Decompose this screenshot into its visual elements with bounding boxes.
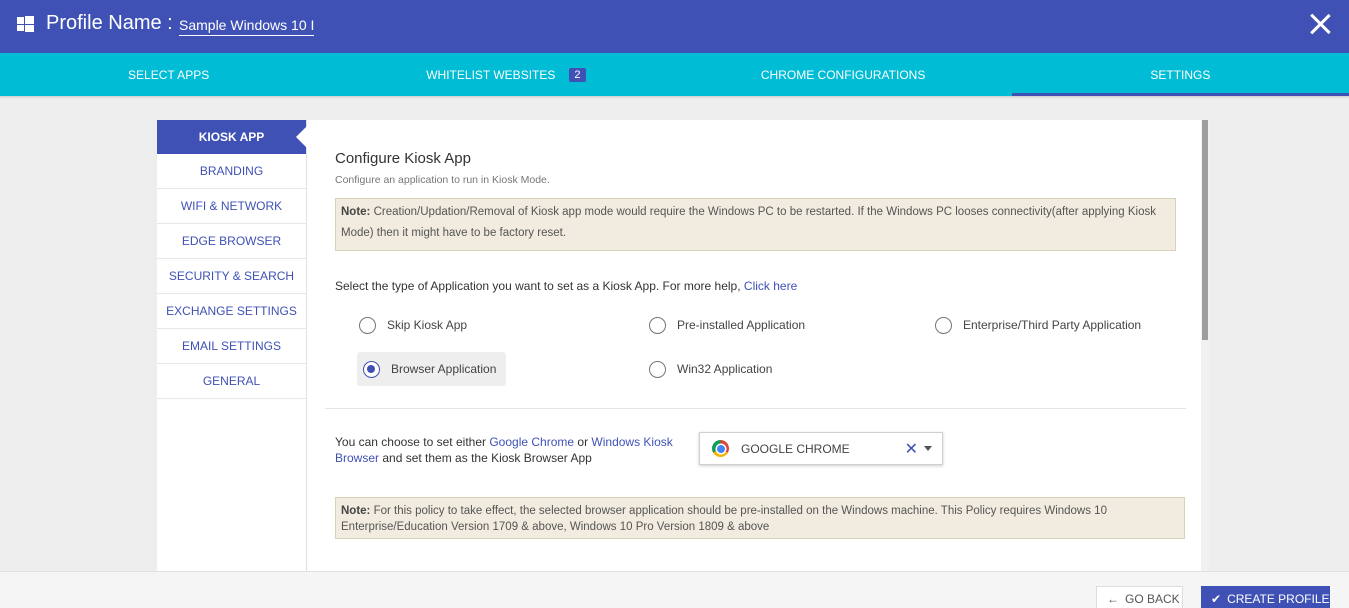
browser-choice-text: You can choose to set either Google Chro… [335, 434, 675, 466]
browser-policy-note: Note: For this policy to take effect, th… [335, 497, 1185, 539]
sidebar-item-branding[interactable]: BRANDING [157, 154, 306, 189]
radio-label: Pre-installed Application [677, 318, 806, 332]
text: and set them as the Kiosk Browser App [379, 451, 592, 465]
button-label: GO BACK [1125, 591, 1180, 606]
note-label: Note: [341, 206, 371, 218]
check-icon: ✔ [1211, 591, 1222, 606]
radio-preinstalled-application[interactable]: Pre-installed Application [643, 308, 815, 342]
profile-name-label: Profile Name : [46, 12, 173, 34]
radio-label: Skip Kiosk App [387, 318, 468, 332]
click-here-link[interactable]: Click here [744, 279, 797, 293]
browser-selected-value: GOOGLE CHROME [741, 441, 850, 456]
radio-label: Win32 Application [677, 362, 773, 376]
radio-circle [649, 360, 666, 378]
sidebar-item-exchange-settings[interactable]: EXCHANGE SETTINGS [157, 294, 306, 329]
section-subtitle: Configure an application to run in Kiosk… [335, 174, 550, 186]
text: or [574, 435, 592, 449]
tab-label: CHROME CONFIGURATIONS [760, 67, 926, 82]
profile-name-input[interactable] [179, 14, 314, 36]
section-title: Configure Kiosk App [335, 150, 471, 167]
windows-logo-icon [17, 16, 34, 32]
footer-bar: ← GO BACK ✔ CREATE PROFILE [0, 571, 1349, 608]
radio-circle [359, 316, 376, 334]
header-bar: Profile Name : [0, 0, 1349, 53]
go-back-button[interactable]: ← GO BACK [1096, 586, 1183, 608]
close-icon[interactable] [1309, 13, 1331, 35]
divider [325, 408, 1186, 409]
google-chrome-link[interactable]: Google Chrome [489, 435, 574, 449]
sidebar-item-email-settings[interactable]: EMAIL SETTINGS [157, 329, 306, 364]
create-profile-button[interactable]: ✔ CREATE PROFILE [1201, 586, 1330, 608]
chrome-icon [712, 440, 729, 457]
content-scrollbar[interactable] [1201, 120, 1209, 571]
note-label: Note: [341, 505, 371, 517]
radio-enterprise-application[interactable]: Enterprise/Third Party Application [929, 308, 1151, 342]
sidebar-item-general[interactable]: GENERAL [157, 364, 306, 399]
browser-select[interactable]: GOOGLE CHROME ✕ [699, 432, 943, 465]
radio-browser-application[interactable]: Browser Application [357, 352, 507, 386]
radio-skip-kiosk-app[interactable]: Skip Kiosk App [353, 308, 477, 342]
tab-whitelist-websites[interactable]: WHITELIST WEBSITES 2 [337, 53, 674, 96]
tab-label: SELECT APPS [128, 67, 210, 82]
sidebar-item-wifi-network[interactable]: WIFI & NETWORK [157, 189, 306, 224]
tab-shadow [0, 96, 1349, 99]
button-label: CREATE PROFILE [1227, 591, 1330, 606]
kiosk-app-panel: Configure Kiosk App Configure an applica… [307, 120, 1201, 571]
tab-settings[interactable]: SETTINGS [1011, 53, 1349, 96]
chevron-down-icon[interactable] [924, 446, 932, 451]
radio-circle [649, 316, 666, 334]
tab-label: WHITELIST WEBSITES [426, 67, 556, 82]
note-text: For this policy to take effect, the sele… [341, 505, 1107, 533]
radio-label: Enterprise/Third Party Application [963, 318, 1142, 332]
settings-sidebar: KIOSK APP BRANDING WIFI & NETWORK EDGE B… [157, 120, 307, 571]
radio-label: Browser Application [391, 362, 497, 376]
whitelist-count-badge: 2 [569, 67, 586, 82]
sidebar-item-security-search[interactable]: SECURITY & SEARCH [157, 259, 306, 294]
scrollbar-thumb[interactable] [1202, 120, 1208, 340]
tab-bar: SELECT APPS WHITELIST WEBSITES 2 CHROME C… [0, 53, 1349, 96]
app-type-question: Select the type of Application you want … [335, 279, 797, 293]
tab-select-apps[interactable]: SELECT APPS [0, 53, 337, 96]
text: You can choose to set either [335, 435, 490, 449]
restart-note: Note: Creation/Updation/Removal of Kiosk… [335, 198, 1176, 251]
tab-chrome-configurations[interactable]: CHROME CONFIGURATIONS [675, 53, 1012, 96]
tab-label: SETTINGS [1150, 67, 1211, 82]
sidebar-item-edge-browser[interactable]: EDGE BROWSER [157, 224, 306, 259]
question-text: Select the type of Application you want … [335, 279, 744, 293]
radio-circle [935, 316, 952, 334]
radio-circle-checked [363, 360, 380, 378]
sidebar-item-kiosk-app[interactable]: KIOSK APP [157, 120, 307, 154]
clear-icon[interactable]: ✕ [905, 439, 918, 459]
arrow-left-icon: ← [1107, 591, 1119, 606]
radio-win32-application[interactable]: Win32 Application [643, 352, 782, 386]
note-text: Creation/Updation/Removal of Kiosk app m… [341, 206, 1156, 239]
